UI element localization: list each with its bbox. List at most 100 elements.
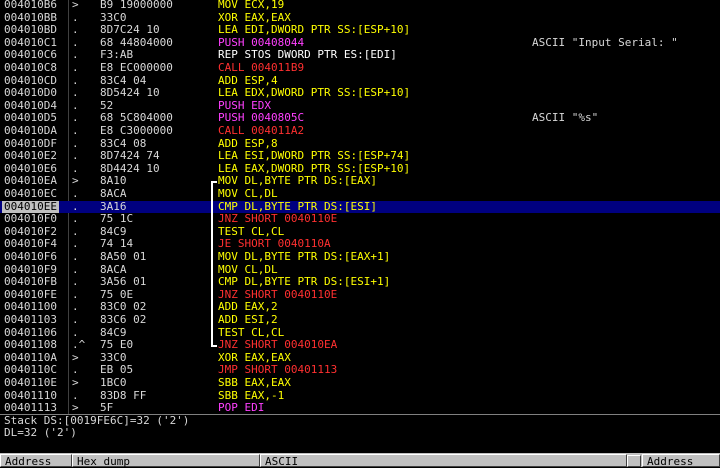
row-hex-bytes: E8 EC000000 (100, 62, 173, 75)
row-address: 004010DA (4, 125, 57, 138)
row-address: 004010BD (4, 24, 57, 37)
row-hex-bytes: 5F (100, 402, 113, 414)
row-operands: EAX,DWORD PTR SS:[ESP+10] (245, 162, 411, 175)
row-operands: EAX,EAX (245, 376, 291, 389)
row-mnemonic: JE (218, 237, 231, 250)
row-mnemonic: JMP (218, 363, 238, 376)
disassembly-pane[interactable]: 004010B6>B9 19000000MOV ECX,19004010BB.3… (0, 0, 720, 414)
row-address: 004010EC (4, 188, 57, 201)
disasm-row[interactable]: 004010B6>B9 19000000MOV ECX,19 (0, 0, 720, 12)
row-mnemonic: ADD (218, 313, 238, 326)
row-mnemonic: MOV (218, 174, 238, 187)
row-mnemonic: JNZ (218, 288, 238, 301)
row-jump-marker: . (72, 276, 84, 289)
dump-address-header[interactable]: Address (0, 454, 72, 467)
row-mnemonic: CALL (218, 61, 245, 74)
disasm-row[interactable]: 004010DA.E8 C3000000CALL 004011A2 (0, 125, 720, 138)
row-jump-marker: . (72, 251, 84, 264)
row-operands: ECX,19 (245, 0, 285, 11)
row-operands: ESI,2 (245, 313, 278, 326)
row-jump-marker: .^ (72, 339, 84, 352)
row-operands: DL,BYTE PTR DS:[ESI] (245, 200, 377, 213)
row-operands: EAX,2 (245, 300, 278, 313)
row-operands: ESI,DWORD PTR SS:[ESP+74] (245, 149, 411, 162)
row-hex-bytes: 83C6 02 (100, 314, 146, 327)
row-jump-marker: . (72, 150, 84, 163)
row-operands: 004011B9 (251, 61, 304, 74)
row-jump-marker: . (72, 125, 84, 138)
row-address: 004010C8 (4, 62, 57, 75)
row-mnemonic: XOR (218, 11, 238, 24)
row-hex-bytes: 8ACA (100, 188, 127, 201)
row-hex-bytes: B9 19000000 (100, 0, 173, 12)
row-address: 004010E2 (4, 150, 57, 163)
disasm-row[interactable]: 004010F6.8A50 01MOV DL,BYTE PTR DS:[EAX+… (0, 251, 720, 264)
info-register-line: DL=32 ('2') (0, 427, 720, 439)
row-mnemonic: LEA (218, 162, 238, 175)
row-operands: EDI (245, 401, 265, 414)
row-hex-bytes: 3A56 01 (100, 276, 146, 289)
row-address: 00401103 (4, 314, 57, 327)
row-mnemonic: TEST (218, 225, 245, 238)
row-address: 004010F0 (4, 213, 57, 226)
row-jump-marker: > (72, 377, 84, 390)
row-mnemonic: JNZ (218, 338, 238, 351)
row-address: 004010F6 (4, 251, 57, 264)
row-operands: 00408044 (251, 36, 304, 49)
disasm-row[interactable]: 004010D0.8D5424 10LEA EDX,DWORD PTR SS:[… (0, 87, 720, 100)
row-mnemonic: LEA (218, 86, 238, 99)
row-mnemonic: CMP (218, 275, 238, 288)
row-mnemonic: PUSH (218, 111, 245, 124)
disasm-row[interactable]: 004010C8.E8 EC000000CALL 004011B9 (0, 62, 720, 75)
row-operands: EAX,EAX (245, 11, 291, 24)
row-jump-marker: . (72, 188, 84, 201)
row-operands: SHORT 0040110E (245, 288, 338, 301)
row-operands: CL,DL (245, 187, 278, 200)
row-mnemonic: MOV (218, 187, 238, 200)
row-address: 004010D0 (4, 87, 57, 100)
row-mnemonic: XOR (218, 351, 238, 364)
disasm-row[interactable]: 004010FB.3A56 01CMP DL,BYTE PTR DS:[ESI+… (0, 276, 720, 289)
row-mnemonic: REP STOS (218, 48, 271, 61)
row-mnemonic: MOV (218, 250, 238, 263)
row-operands: ESP,8 (245, 137, 278, 150)
row-operands: DWORD PTR ES:[EDI] (278, 48, 397, 61)
info-stack-line: Stack DS:[0019FE6C]=32 ('2') (0, 415, 720, 427)
row-comment: ASCII "%s" (532, 112, 598, 125)
row-jump-marker: > (72, 0, 84, 12)
row-operands: EAX,EAX (245, 351, 291, 364)
row-mnemonic: ADD (218, 300, 238, 313)
disasm-row[interactable]: 00401113>5FPOP EDI (0, 402, 720, 414)
row-jump-marker: > (72, 402, 84, 414)
row-operands: EDI,DWORD PTR SS:[ESP+10] (245, 23, 411, 36)
row-instruction: POP EDI (218, 402, 264, 414)
row-mnemonic: ADD (218, 74, 238, 87)
row-operands: SHORT 0040110E (245, 212, 338, 225)
row-operands: 0040805C (251, 111, 304, 124)
row-mnemonic: ADD (218, 137, 238, 150)
disasm-row[interactable]: 0040110E>1BC0SBB EAX,EAX (0, 377, 720, 390)
disasm-row[interactable]: 00401108.^75 E0JNZ SHORT 004010EA (0, 339, 720, 352)
dump-ascii-header[interactable]: ASCII (260, 454, 627, 467)
dump-hexdump-header[interactable]: Hex dump (72, 454, 260, 467)
row-operands: 004011A2 (251, 124, 304, 137)
row-hex-bytes: 8D7424 74 (100, 150, 160, 163)
dump-right-address-header[interactable]: Address (642, 454, 720, 467)
loop-bracket-bottom (211, 345, 217, 347)
row-operands: EDX,DWORD PTR SS:[ESP+10] (245, 86, 411, 99)
row-operands: CL,CL (251, 225, 284, 238)
row-operands: SHORT 00401113 (245, 363, 338, 376)
disasm-row[interactable]: 004010BD.8D7C24 10LEA EDI,DWORD PTR SS:[… (0, 24, 720, 37)
disasm-row[interactable]: 00401103.83C6 02ADD ESI,2 (0, 314, 720, 327)
row-mnemonic: LEA (218, 149, 238, 162)
row-operands: SHORT 004010EA (245, 338, 338, 351)
row-comment: ASCII "Input Serial: " (532, 37, 678, 50)
row-hex-bytes: E8 C3000000 (100, 125, 173, 138)
disasm-row[interactable]: 004010F0.75 1CJNZ SHORT 0040110E (0, 213, 720, 226)
row-mnemonic: POP (218, 401, 238, 414)
row-mnemonic: CMP (218, 200, 238, 213)
row-mnemonic: MOV (218, 263, 238, 276)
row-address: 0040110E (4, 377, 57, 390)
scroll-up-button[interactable] (627, 455, 641, 467)
row-address: 00401108 (4, 339, 57, 352)
